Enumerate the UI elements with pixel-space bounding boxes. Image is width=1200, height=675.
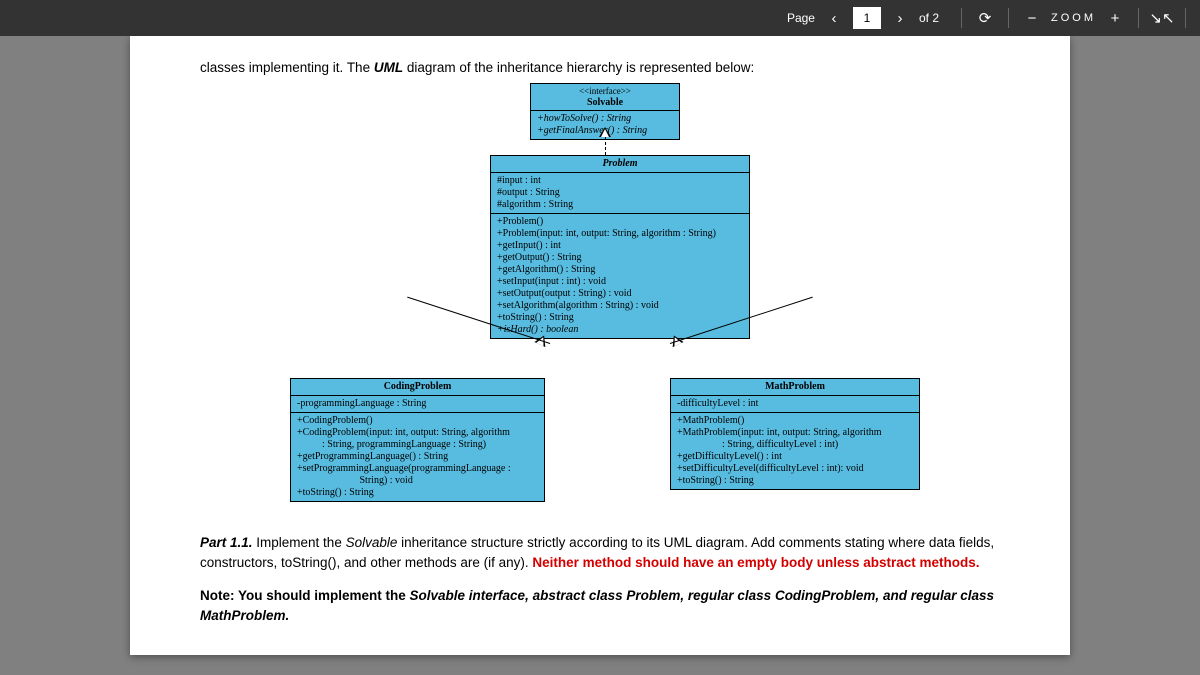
uml-field: #algorithm : String — [497, 199, 743, 211]
uml-field: -difficultyLevel : int — [677, 398, 913, 410]
zoom-out-button[interactable]: − — [1019, 5, 1045, 31]
divider — [961, 8, 962, 28]
uml-method: +howToSolve() : String — [537, 113, 673, 125]
uml-method: +CodingProblem(input: int, output: Strin… — [297, 427, 538, 451]
zoom-label: ZOOM — [1051, 12, 1096, 24]
solvable-ital: Solvable — [346, 535, 398, 550]
uml-method: +Problem(input: int, output: String, alg… — [497, 228, 743, 240]
rotate-button[interactable]: ⟳ — [972, 5, 998, 31]
uml-mathproblem: MathProblem -difficultyLevel : int +Math… — [670, 378, 920, 490]
uml-class-name: MathProblem — [671, 379, 919, 396]
page-group: Page ‹ › of 2 — [787, 5, 939, 31]
uml-method: +toString() : String — [497, 312, 743, 324]
uml-method: +MathProblem(input: int, output: String,… — [677, 427, 913, 451]
page-input[interactable] — [853, 7, 881, 29]
intro-text: classes implementing it. The UML diagram… — [200, 60, 1000, 75]
uml-method: +toString() : String — [297, 487, 538, 499]
page-total: of 2 — [919, 11, 939, 25]
uml-method: +getOutput() : String — [497, 252, 743, 264]
part-label: Part 1.1. — [200, 535, 253, 550]
text: Note: You should implement the — [200, 588, 410, 603]
uml-codingproblem: CodingProblem -programmingLanguage : Str… — [290, 378, 545, 502]
realization-line — [605, 137, 606, 155]
realization-arrow-icon — [599, 127, 611, 137]
warning-text: Neither method should have an empty body… — [532, 555, 979, 570]
text: classes implementing it. The — [200, 60, 374, 75]
document-page: classes implementing it. The UML diagram… — [130, 36, 1070, 655]
uml-stereotype: <<interface>> — [537, 86, 673, 97]
divider — [1138, 8, 1139, 28]
uml-method: +getInput() : int — [497, 240, 743, 252]
uml-field: #output : String — [497, 187, 743, 199]
text: diagram of the inheritance hierarchy is … — [403, 60, 754, 75]
uml-class-name: Problem — [491, 156, 749, 173]
uml-method: +toString() : String — [677, 475, 913, 487]
uml-class-name: CodingProblem — [291, 379, 544, 396]
prev-page-button[interactable]: ‹ — [821, 5, 847, 31]
next-page-button[interactable]: › — [887, 5, 913, 31]
uml-method: +getAlgorithm() : String — [497, 264, 743, 276]
uml-method: +MathProblem() — [677, 415, 913, 427]
pdf-toolbar: Page ‹ › of 2 ⟳ − ZOOM + ↘↖ — [0, 0, 1200, 36]
uml-method: +setInput(input : int) : void — [497, 276, 743, 288]
uml-bold: UML — [374, 60, 403, 75]
uml-method: +Problem() — [497, 216, 743, 228]
divider — [1008, 8, 1009, 28]
document-viewport[interactable]: classes implementing it. The UML diagram… — [0, 36, 1200, 675]
note-text: Note: You should implement the Solvable … — [200, 586, 1000, 627]
uml-diagram: <<interface>> Solvable +howToSolve() : S… — [200, 83, 1000, 503]
part-1-1-text: Part 1.1. Implement the Solvable inherit… — [200, 533, 1000, 574]
uml-method: +setDifficultyLevel(difficultyLevel : in… — [677, 463, 913, 475]
uml-method: +setOutput(output : String) : void — [497, 288, 743, 300]
uml-method: +setProgrammingLanguage(programmingLangu… — [297, 463, 538, 487]
uml-method: +setAlgorithm(algorithm : String) : void — [497, 300, 743, 312]
divider — [1185, 8, 1186, 28]
fit-page-button[interactable]: ↘↖ — [1149, 5, 1175, 31]
uml-class-name: Solvable — [537, 97, 673, 109]
uml-problem: Problem #input : int #output : String #a… — [490, 155, 750, 339]
uml-method: +getProgrammingLanguage() : String — [297, 451, 538, 463]
uml-method: +getDifficultyLevel() : int — [677, 451, 913, 463]
zoom-in-button[interactable]: + — [1102, 5, 1128, 31]
text: Implement the — [253, 535, 346, 550]
page-label: Page — [787, 11, 815, 25]
uml-method: +CodingProblem() — [297, 415, 538, 427]
uml-field: #input : int — [497, 175, 743, 187]
uml-field: -programmingLanguage : String — [297, 398, 538, 410]
